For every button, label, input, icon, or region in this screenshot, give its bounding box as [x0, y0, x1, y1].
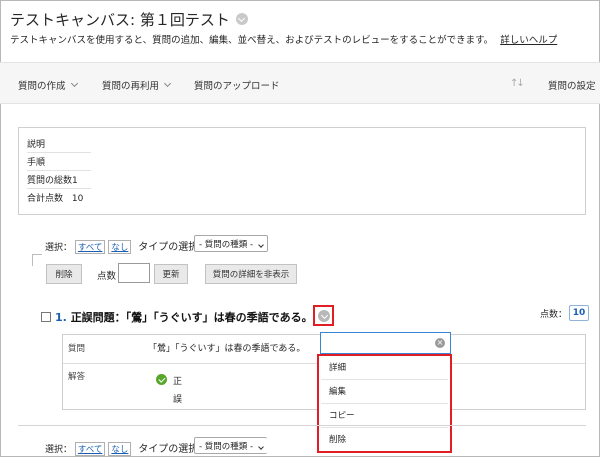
- answer-true: 正: [173, 377, 183, 387]
- update-button[interactable]: 更新: [154, 264, 188, 284]
- reuse-question-menu[interactable]: 質問の再利用: [102, 78, 172, 92]
- question-type-select-bottom[interactable]: - 質問の種類 -: [194, 437, 268, 454]
- question-type-select[interactable]: - 質問の種類 -: [194, 235, 269, 252]
- select-controls: 選択： すべて なし タイプの選択：: [45, 238, 208, 254]
- menu-item-delete[interactable]: 削除: [321, 428, 448, 452]
- upload-questions-label: 質問のアップロード: [194, 81, 280, 92]
- reuse-question-label: 質問の再利用: [102, 81, 160, 92]
- select-label: 選択：: [45, 445, 73, 455]
- question-points-badge[interactable]: 10: [569, 305, 589, 321]
- description-label: 説明: [27, 140, 46, 150]
- page-title-row: テストキャンバス: 第１回テスト: [10, 8, 248, 30]
- title-options-chevron-icon[interactable]: [235, 13, 248, 25]
- question-title: 1. 正誤問題：「鶯」「うぐいす」は春の季語である。: [55, 309, 313, 325]
- create-question-menu[interactable]: 質問の作成: [18, 78, 78, 92]
- divider: [27, 152, 91, 153]
- menu-item-details[interactable]: 詳細: [321, 356, 448, 380]
- question-options-chevron-icon[interactable]: [318, 310, 330, 322]
- select-all-link[interactable]: すべて: [74, 442, 106, 456]
- question-checkbox[interactable]: [41, 312, 51, 322]
- select-all-link[interactable]: すべて: [74, 240, 106, 254]
- page-title: テストキャンバス: 第１回テスト: [10, 10, 230, 29]
- select-none-link[interactable]: なし: [108, 240, 132, 254]
- sort-arrows-icon[interactable]: ↑↓: [510, 78, 525, 89]
- create-question-label: 質問の作成: [18, 81, 66, 92]
- question-settings-button[interactable]: 質問の設定: [548, 78, 596, 92]
- chevron-down-icon: [258, 444, 264, 450]
- help-link[interactable]: 詳しいヘルプ: [500, 35, 557, 46]
- divider: [27, 170, 91, 171]
- select-none-link[interactable]: なし: [108, 442, 132, 456]
- total-questions: 質問の総数1: [27, 176, 78, 186]
- question-points-label: 点数：: [540, 310, 568, 320]
- question-options-highlight: [313, 305, 334, 326]
- answer-label: 解答: [68, 372, 86, 382]
- divider: [27, 188, 91, 189]
- answer-false: 誤: [173, 395, 183, 405]
- question-text: 「鶯」「うぐいす」は春の季語である。: [148, 344, 306, 354]
- chevron-down-icon: [163, 79, 172, 88]
- points-label: 点数: [97, 271, 117, 282]
- divider: [18, 425, 586, 426]
- total-points-row: 合計点数 10: [27, 191, 83, 204]
- menu-item-edit[interactable]: 編集: [321, 380, 448, 404]
- clear-icon[interactable]: ×: [435, 338, 445, 348]
- question-title-text: 正誤問題：「鶯」「うぐいす」は春の季語である。: [70, 311, 313, 324]
- delete-button[interactable]: 削除: [46, 264, 82, 284]
- hide-details-button[interactable]: 質問の詳細を非表示: [205, 264, 297, 284]
- question-type-value: - 質問の種類 -: [199, 442, 254, 452]
- instructions-label: 手順: [27, 158, 46, 168]
- action-toolbar: 質問の作成 質問の再利用 質問のアップロード ↑↓ 質問の設定: [0, 62, 600, 104]
- page-description: テストキャンバスを使用すると、質問の追加、編集、並べ替え、およびテストのレビュー…: [10, 32, 557, 46]
- question-settings-label: 質問の設定: [548, 81, 596, 92]
- description-text: テストキャンバスを使用すると、質問の追加、編集、並べ替え、およびテストのレビュー…: [10, 35, 494, 46]
- correct-check-icon: [156, 374, 167, 385]
- row-connector: [32, 254, 42, 266]
- select-controls-bottom: 選択： すべて なし タイプの選択：: [45, 440, 208, 456]
- total-points-value: 10: [71, 194, 84, 204]
- question-options-menu: 詳細 編集 コピー 削除: [317, 354, 452, 453]
- menu-search-input[interactable]: ×: [320, 332, 451, 354]
- question-type-value: - 質問の種類 -: [199, 240, 254, 250]
- question-label: 質問: [68, 344, 86, 354]
- select-label: 選択：: [45, 243, 73, 253]
- chevron-down-icon: [258, 242, 264, 248]
- points-input[interactable]: [118, 263, 150, 283]
- total-points-label: 合計点数: [27, 194, 64, 204]
- question-number: 1.: [55, 311, 67, 324]
- chevron-down-icon: [70, 79, 78, 88]
- test-info-box: 説明 手順 質問の総数1 合計点数 10: [18, 127, 586, 215]
- upload-questions-button[interactable]: 質問のアップロード: [194, 78, 280, 92]
